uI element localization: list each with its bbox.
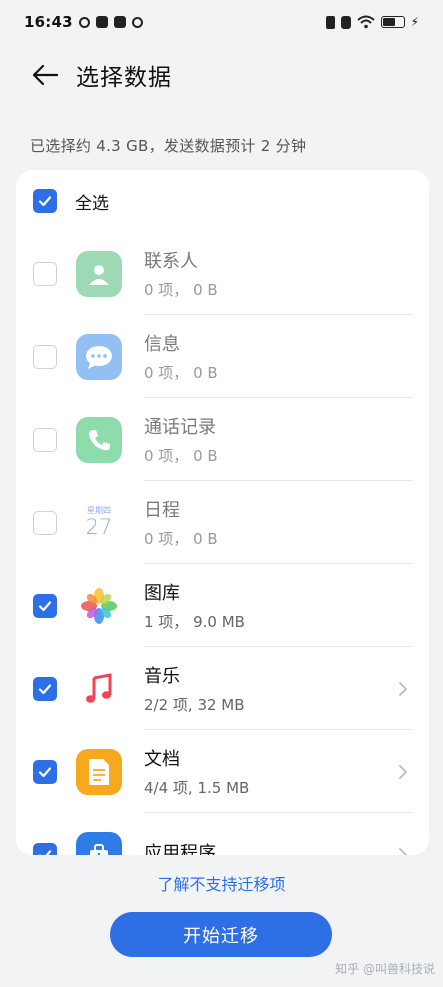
watermark: 知乎 @叫兽科技说 (335, 962, 435, 976)
chevron-right-icon[interactable] (395, 764, 411, 780)
chevron-right-icon[interactable] (395, 847, 411, 856)
item-name: 日程 (144, 500, 180, 521)
unsupported-items-link[interactable]: 了解不支持迁移项 (0, 871, 443, 895)
notification-app-icon (78, 16, 90, 28)
wifi-icon (356, 15, 375, 29)
list-item-apps[interactable]: 应用程序 (16, 813, 429, 855)
list-item-music[interactable]: 音乐 2/2 项, 32 MB (16, 647, 429, 730)
check-icon (38, 196, 52, 207)
call-log-checkbox[interactable] (33, 427, 57, 452)
check-icon (38, 600, 52, 611)
document-icon (76, 748, 122, 795)
item-meta: 4/4 项, 1.5 MB (144, 779, 250, 797)
page-title: 选择数据 (76, 65, 172, 91)
start-migration-button[interactable]: 开始迁移 (110, 912, 332, 957)
apps-checkbox[interactable] (33, 842, 57, 855)
data-list-card: 全选 联系人 0 项， 0 B 信息 0 项， 0 B 通话记录 0 项， 0 … (16, 170, 429, 855)
back-button[interactable] (30, 60, 60, 90)
video-app-icon (95, 16, 108, 28)
phone-icon (76, 416, 122, 463)
item-name: 信息 (144, 334, 180, 355)
music-checkbox[interactable] (33, 676, 57, 701)
item-name: 应用程序 (144, 842, 216, 856)
selection-summary: 已选择约 4.3 GB，发送数据预计 2 分钟 (30, 137, 307, 155)
list-item-documents[interactable]: 文档 4/4 项, 1.5 MB (16, 730, 429, 813)
calendar-day: 27 (85, 515, 113, 539)
status-bar: 16:43 ⚡ (0, 0, 443, 44)
contacts-icon (76, 250, 122, 297)
item-name: 图库 (144, 583, 180, 604)
item-meta: 0 项， 0 B (144, 364, 218, 382)
item-name: 文档 (144, 749, 180, 770)
gallery-checkbox[interactable] (33, 593, 57, 618)
music-icon (76, 665, 122, 712)
list-item-call-log[interactable]: 通话记录 0 项， 0 B (16, 398, 429, 481)
status-time: 16:43 (24, 13, 73, 31)
check-icon (38, 683, 52, 694)
apps-icon (76, 831, 122, 855)
item-meta: 1 项， 9.0 MB (144, 613, 245, 631)
vibrate-icon (325, 15, 335, 29)
check-icon (38, 849, 52, 855)
messages-icon (76, 333, 122, 380)
item-meta: 0 项， 0 B (144, 281, 218, 299)
calendar-icon: 星期四 27 (76, 499, 122, 546)
messages-checkbox[interactable] (33, 344, 57, 369)
calendar-checkbox[interactable] (33, 510, 57, 535)
select-all-checkbox[interactable] (33, 189, 57, 213)
calendar-weekday: 星期四 (87, 506, 111, 515)
documents-checkbox[interactable] (33, 759, 57, 784)
player-app-icon (131, 16, 143, 28)
select-all-row[interactable]: 全选 (16, 170, 429, 232)
item-name: 音乐 (144, 666, 180, 687)
list-item-messages[interactable]: 信息 0 项， 0 B (16, 315, 429, 398)
list-item-calendar[interactable]: 星期四 27 日程 0 项， 0 B (16, 481, 429, 564)
chevron-right-icon[interactable] (395, 681, 411, 697)
battery-icon (380, 16, 405, 28)
no-sim-icon (340, 15, 351, 29)
check-icon (38, 766, 52, 777)
contacts-checkbox[interactable] (33, 261, 57, 286)
item-meta: 2/2 项, 32 MB (144, 696, 245, 714)
back-arrow-icon (32, 64, 58, 86)
app-header: 选择数据 (0, 52, 443, 98)
charging-icon: ⚡ (410, 15, 419, 29)
item-name: 通话记录 (144, 417, 216, 438)
gallery-icon (76, 582, 122, 629)
list-item-contacts[interactable]: 联系人 0 项， 0 B (16, 232, 429, 315)
item-name: 联系人 (144, 251, 198, 272)
list-item-gallery[interactable]: 图库 1 项， 9.0 MB (16, 564, 429, 647)
select-all-label: 全选 (75, 193, 109, 214)
item-meta: 0 项， 0 B (144, 447, 218, 465)
item-meta: 0 项， 0 B (144, 530, 218, 548)
mail-app-icon (113, 16, 126, 28)
